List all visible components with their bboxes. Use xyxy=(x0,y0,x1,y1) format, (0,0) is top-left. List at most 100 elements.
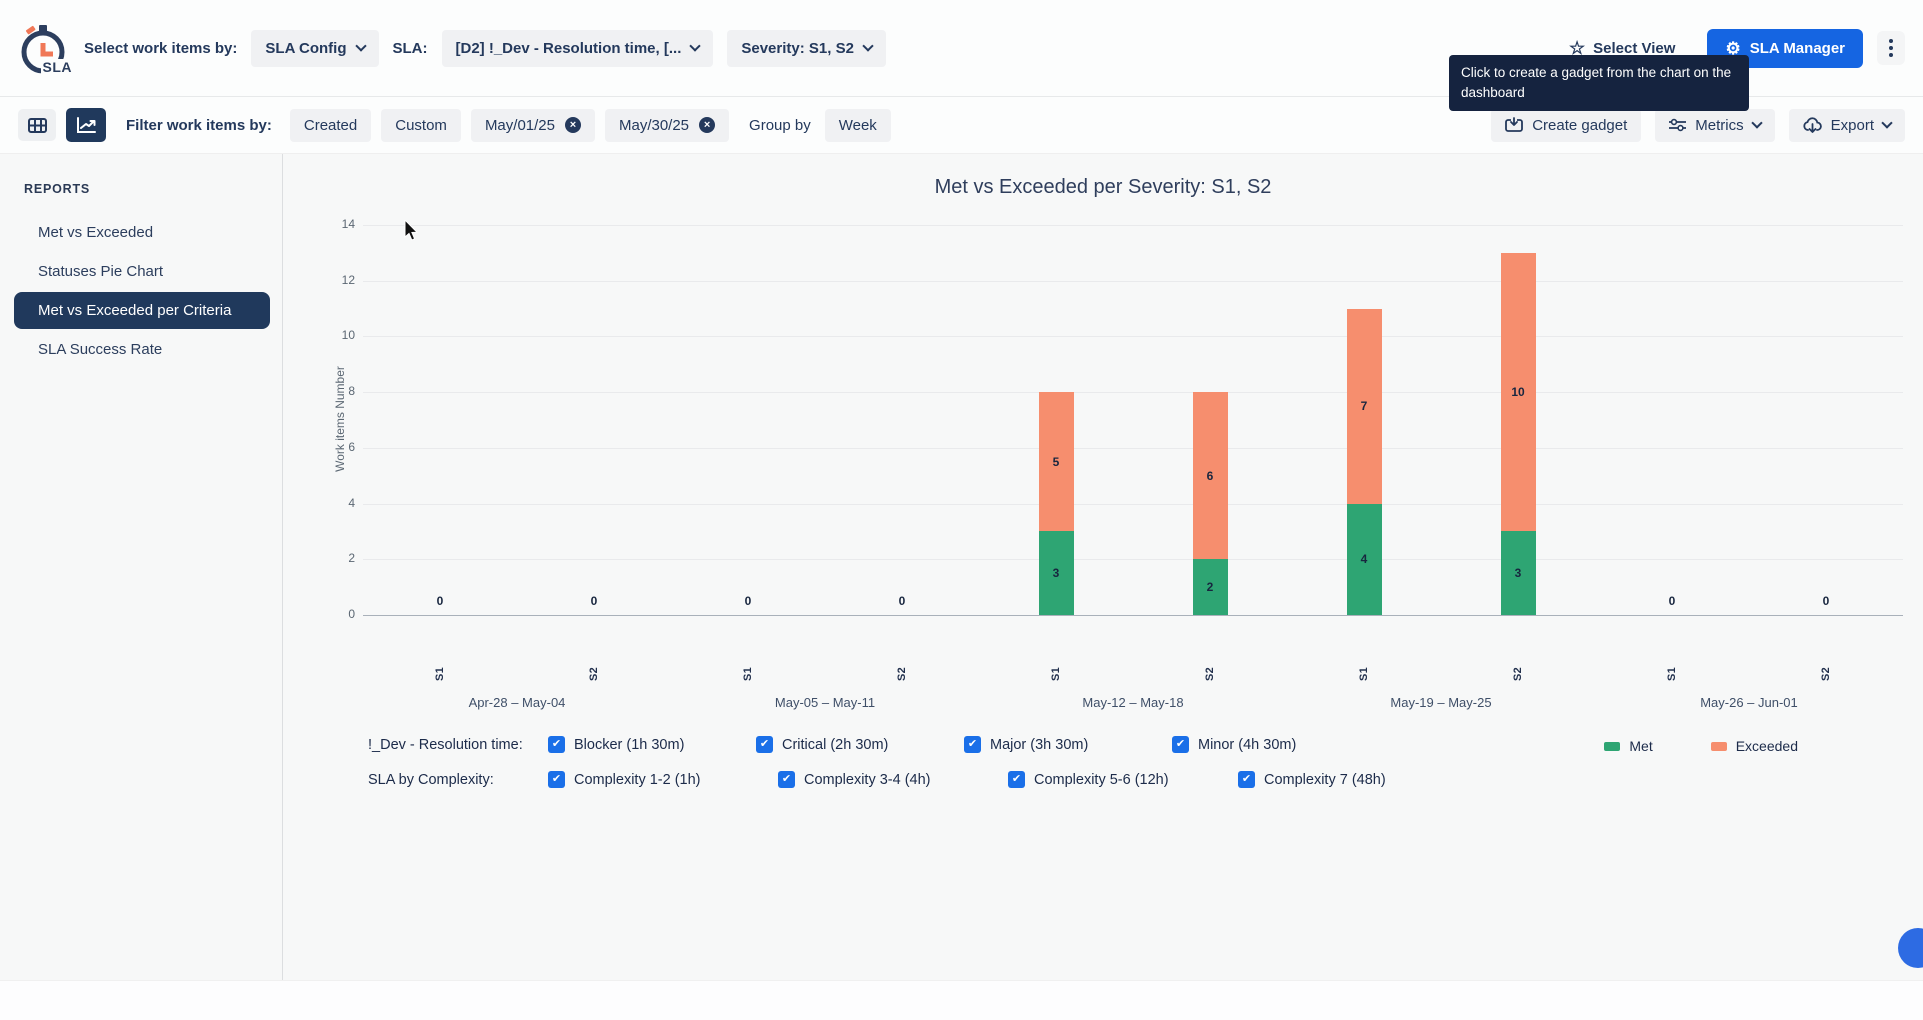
kebab-menu-button[interactable] xyxy=(1877,31,1905,65)
line-chart-icon xyxy=(76,117,96,134)
criteria-option-label: Complexity 7 (48h) xyxy=(1264,772,1386,788)
table-view-button[interactable] xyxy=(18,109,56,141)
met-segment[interactable]: 2 xyxy=(1193,559,1228,615)
exceeded-segment[interactable]: 7 xyxy=(1347,309,1382,504)
clear-date-icon[interactable]: × xyxy=(699,117,715,133)
date-to-chip[interactable]: May/30/25 × xyxy=(605,109,729,142)
week-range-label: Apr-28 – May-04 xyxy=(363,695,671,710)
criteria-filters: !_Dev - Resolution time:✔Blocker (1h 30m… xyxy=(368,736,1893,788)
criteria-checkbox-option[interactable]: ✔ Complexity 1-2 (1h) xyxy=(548,771,778,788)
checked-checkbox-icon[interactable]: ✔ xyxy=(964,736,981,753)
bar-slot-week4-s2: 103 xyxy=(1441,225,1595,615)
criteria-option-label: Minor (4h 30m) xyxy=(1198,737,1296,753)
criteria-option-label: Blocker (1h 30m) xyxy=(574,737,684,753)
sidebar-item-0[interactable]: Met vs Exceeded xyxy=(0,214,282,251)
severity-tick-label: S2 xyxy=(896,667,908,681)
criteria-checkbox-option[interactable]: ✔Complexity 3-4 (4h) xyxy=(778,771,1008,788)
reports-sidebar: REPORTS Met vs ExceededStatuses Pie Char… xyxy=(0,154,283,980)
chevron-down-icon xyxy=(355,40,366,51)
y-tick-label: 14 xyxy=(317,217,355,231)
sidebar-item-2[interactable]: Met vs Exceeded per Criteria xyxy=(14,292,270,329)
create-gadget-button[interactable]: Create gadget xyxy=(1491,109,1641,142)
checked-checkbox-icon[interactable]: ✔ xyxy=(778,771,795,788)
severity-tick-label: S2 xyxy=(1820,667,1832,681)
sidebar-item-1[interactable]: Statuses Pie Chart xyxy=(0,253,282,290)
stacked-bar-chart: Work items Number 0246810121400005362741… xyxy=(307,225,1903,710)
stacked-bar[interactable]: 74 xyxy=(1347,309,1382,615)
criteria-checkbox-option[interactable]: ✔ Minor (4h 30m) xyxy=(1172,736,1380,753)
met-segment[interactable]: 4 xyxy=(1347,504,1382,615)
checked-checkbox-icon[interactable]: ✔ xyxy=(756,736,773,753)
severity-tick-label: S1 xyxy=(1050,667,1062,681)
chevron-down-icon xyxy=(1881,117,1892,128)
chart-view-button[interactable] xyxy=(66,108,106,142)
stacked-bar[interactable]: 53 xyxy=(1039,392,1074,615)
legend-item-met[interactable]: Met xyxy=(1604,738,1652,754)
severity-tick-label: S1 xyxy=(1666,667,1678,681)
checked-checkbox-icon[interactable]: ✔ xyxy=(1008,771,1025,788)
checked-checkbox-icon[interactable]: ✔ xyxy=(1172,736,1189,753)
met-segment[interactable]: 3 xyxy=(1039,531,1074,615)
exceeded-segment[interactable]: 6 xyxy=(1193,392,1228,559)
criteria-option-label: Complexity 1-2 (1h) xyxy=(574,772,701,788)
severity-tick-label: S1 xyxy=(1358,667,1370,681)
custom-filter-chip[interactable]: Custom xyxy=(381,109,461,142)
criteria-checkbox-option[interactable]: ✔ Complexity 5-6 (12h) xyxy=(1008,771,1238,788)
criteria-checkbox-option[interactable]: ✔ Blocker (1h 30m) xyxy=(548,736,756,753)
created-chip-label: Created xyxy=(304,117,357,134)
sla-dropdown[interactable]: [D2] !_Dev - Resolution time, [... xyxy=(442,30,714,67)
criteria-option-label: Complexity 5-6 (12h) xyxy=(1034,772,1169,788)
y-axis-label: Work items Number xyxy=(333,339,347,499)
sla-app-logo: SLA xyxy=(18,19,70,77)
exceeded-segment[interactable]: 5 xyxy=(1039,392,1074,531)
y-tick-label: 0 xyxy=(317,607,355,621)
sidebar-item-3[interactable]: SLA Success Rate xyxy=(0,331,282,368)
chart-panel: Met vs Exceeded per Severity: S1, S2 Wor… xyxy=(283,154,1923,980)
severity-tick-label: S2 xyxy=(588,667,600,681)
bar-slot-week1-s2: 0 xyxy=(517,225,671,615)
checked-checkbox-icon[interactable]: ✔ xyxy=(548,736,565,753)
group-by-week-chip[interactable]: Week xyxy=(825,109,891,142)
plot-area: Work items Number 0246810121400005362741… xyxy=(363,225,1903,615)
criteria-checkbox-option[interactable]: ✔ Complexity 7 (48h) xyxy=(1238,771,1468,788)
met-segment[interactable]: 3 xyxy=(1501,531,1536,615)
legend-item-exceeded[interactable]: Exceeded xyxy=(1711,738,1798,754)
clear-date-icon[interactable]: × xyxy=(565,117,581,133)
cloud-export-icon xyxy=(1803,117,1822,133)
bar-slot-week1-s1: 0 xyxy=(363,225,517,615)
severity-dropdown[interactable]: Severity: S1, S2 xyxy=(727,30,886,67)
y-tick-label: 8 xyxy=(317,384,355,398)
bar-slot-week3-s1: 53 xyxy=(979,225,1133,615)
severity-tick: S2 xyxy=(1441,661,1595,687)
filter-row-label: !_Dev - Resolution time: xyxy=(368,737,548,753)
filter-row-label: SLA by Complexity: xyxy=(368,772,548,788)
chevron-down-icon xyxy=(1751,117,1762,128)
y-tick-label: 6 xyxy=(317,440,355,454)
criteria-checkbox-option[interactable]: ✔Critical (2h 30m) xyxy=(756,736,964,753)
filter-work-items-label: Filter work items by: xyxy=(126,117,272,134)
date-from-chip[interactable]: May/01/25 × xyxy=(471,109,595,142)
criteria-checkbox-option[interactable]: ✔Major (3h 30m) xyxy=(964,736,1172,753)
legend-label: Met xyxy=(1629,738,1652,754)
stacked-bar[interactable]: 62 xyxy=(1193,392,1228,615)
checked-checkbox-icon[interactable]: ✔ xyxy=(1238,771,1255,788)
bar-slot-week2-s1: 0 xyxy=(671,225,825,615)
bar-slot-week5-s1: 0 xyxy=(1595,225,1749,615)
y-tick-label: 10 xyxy=(317,328,355,342)
sla-manager-label: SLA Manager xyxy=(1750,40,1845,57)
week-axis-row: Apr-28 – May-04May-05 – May-11May-12 – M… xyxy=(363,695,1903,710)
chart-legend: Met Exceeded xyxy=(1604,738,1798,754)
reports-heading: REPORTS xyxy=(0,182,282,196)
sla-config-dropdown[interactable]: SLA Config xyxy=(251,30,378,67)
export-button[interactable]: Export xyxy=(1789,109,1905,142)
week-range-label: May-12 – May-18 xyxy=(979,695,1287,710)
create-gadget-label: Create gadget xyxy=(1532,117,1627,134)
checked-checkbox-icon[interactable]: ✔ xyxy=(548,771,565,788)
custom-chip-label: Custom xyxy=(395,117,447,134)
exceeded-segment[interactable]: 10 xyxy=(1501,253,1536,532)
sla-dropdown-value: [D2] !_Dev - Resolution time, [... xyxy=(456,40,682,57)
stacked-bar[interactable]: 103 xyxy=(1501,253,1536,615)
created-filter-chip[interactable]: Created xyxy=(290,109,371,142)
metrics-button[interactable]: Metrics xyxy=(1655,109,1774,142)
y-tick-label: 4 xyxy=(317,496,355,510)
